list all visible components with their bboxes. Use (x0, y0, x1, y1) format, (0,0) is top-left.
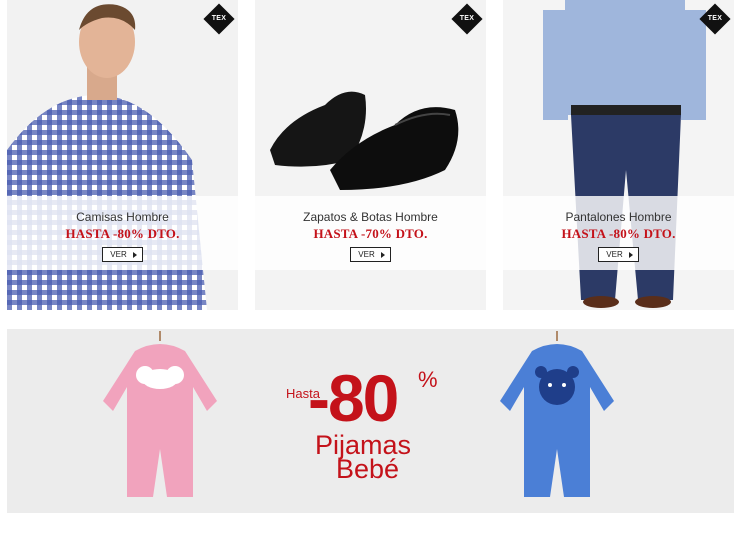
ver-button[interactable]: VER (350, 247, 391, 262)
arrow-right-icon (628, 251, 633, 258)
arrow-right-icon (132, 251, 137, 258)
promo-discount-number: -80 (308, 361, 399, 435)
category-overlay: Camisas Hombre HASTA -80% DTO. VER (7, 196, 238, 270)
ver-button-label: VER (606, 250, 623, 259)
ver-button-label: VER (358, 250, 375, 259)
discount-text: HASTA -70% DTO. (313, 226, 428, 241)
tex-badge: TEX (203, 3, 235, 35)
ver-button[interactable]: VER (598, 247, 639, 262)
category-card-zapatos[interactable]: TEX Zapatos & Botas Hombre HASTA -70% DT… (255, 0, 486, 310)
promo-text-block: Hasta -80 % Pijamas Bebé (284, 363, 449, 513)
ver-button[interactable]: VER (102, 247, 143, 262)
arrow-right-icon (380, 251, 385, 258)
category-overlay: Pantalones Hombre HASTA -80% DTO. VER (503, 196, 734, 270)
promo-percent-sign: % (418, 367, 438, 392)
discount-text: HASTA -80% DTO. (561, 226, 676, 241)
category-title: Zapatos & Botas Hombre (303, 210, 438, 224)
blue-pajama-image (500, 331, 614, 497)
ver-button-label: VER (110, 250, 127, 259)
category-overlay: Zapatos & Botas Hombre HASTA -70% DTO. V… (255, 196, 486, 270)
tex-badge-label: TEX (211, 15, 227, 22)
category-card-pantalones[interactable]: TEX Pantalones Hombre HASTA -80% DTO. VE… (503, 0, 734, 310)
category-card-camisas[interactable]: TEX Camisas Hombre HASTA -80% DTO. VER (7, 0, 238, 310)
tex-badge: TEX (451, 3, 483, 35)
pink-pajama-image (103, 331, 217, 497)
promo-line-bebe: Bebé (336, 454, 400, 484)
pijamas-bebe-banner[interactable]: Hasta -80 % Pijamas Bebé (7, 329, 734, 513)
discount-text: HASTA -80% DTO. (65, 226, 180, 241)
tex-badge: TEX (699, 3, 731, 35)
category-title: Pantalones Hombre (565, 210, 672, 224)
category-title: Camisas Hombre (76, 210, 169, 224)
tex-badge-label: TEX (459, 15, 475, 22)
tex-badge-label: TEX (707, 15, 723, 22)
